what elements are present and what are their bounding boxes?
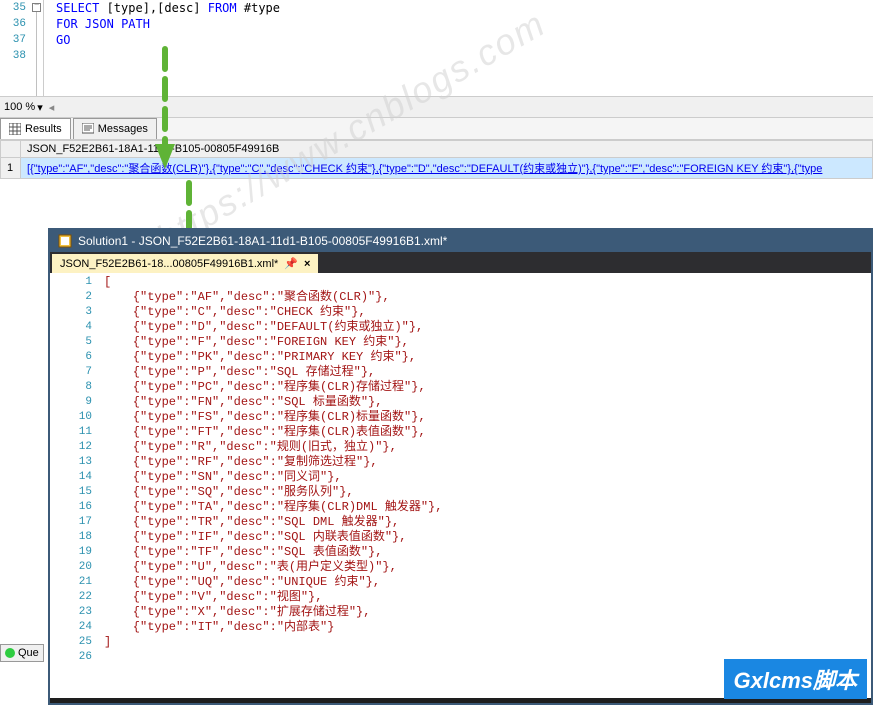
xml-window-title: Solution1 - JSON_F52E2B61-18A1-11d1-B105… xyxy=(78,234,447,248)
corner-cell xyxy=(1,141,21,158)
xml-tab-active[interactable]: JSON_F52E2B61-18...00805F49916B1.xml* 📌 … xyxy=(52,254,318,273)
close-icon[interactable]: × xyxy=(304,258,310,270)
xml-code-text[interactable]: [ {"type":"AF","desc":"聚合函数(CLR)"}, {"ty… xyxy=(100,273,871,698)
brand-watermark: Gxlcms脚本 xyxy=(724,659,868,699)
tab-messages[interactable]: Messages xyxy=(73,118,157,139)
xml-editor-window: Solution1 - JSON_F52E2B61-18A1-11d1-B105… xyxy=(48,228,873,705)
column-header[interactable]: JSON_F52E2B61-18A1-11d1-B105-00805F49916… xyxy=(21,141,873,158)
scroll-left-icon[interactable]: ◂ xyxy=(49,101,55,114)
xml-line-gutter: 1234567891011121314151617181920212223242… xyxy=(50,273,100,698)
tab-results-label: Results xyxy=(25,123,62,135)
row-number[interactable]: 1 xyxy=(1,158,21,179)
fold-line xyxy=(36,12,37,96)
xml-title-bar[interactable]: Solution1 - JSON_F52E2B61-18A1-11d1-B105… xyxy=(50,230,871,252)
grid-icon xyxy=(9,123,21,135)
file-icon xyxy=(58,234,72,248)
sql-editor[interactable]: 35363738 SELECT [type],[desc] FROM #type… xyxy=(0,0,873,96)
xml-code-area[interactable]: 1234567891011121314151617181920212223242… xyxy=(50,273,871,698)
success-icon xyxy=(5,648,15,658)
xml-tab-label: JSON_F52E2B61-18...00805F49916B1.xml* xyxy=(60,258,278,270)
fold-toggle-icon[interactable] xyxy=(32,3,41,12)
pin-icon[interactable]: 📌 xyxy=(284,257,298,270)
zoom-bar: 100 % ▾ ◂ xyxy=(0,96,873,118)
xml-tab-bar: JSON_F52E2B61-18...00805F49916B1.xml* 📌 … xyxy=(50,252,871,273)
line-gutter: 35363738 xyxy=(0,0,30,64)
status-text: Que xyxy=(18,647,39,659)
status-fragment: Que xyxy=(0,644,44,662)
results-tabs: Results Messages xyxy=(0,118,873,140)
tab-results[interactable]: Results xyxy=(0,118,71,139)
zoom-value[interactable]: 100 % xyxy=(4,101,35,113)
fold-column[interactable] xyxy=(30,0,44,96)
sql-code[interactable]: SELECT [type],[desc] FROM #typeFOR JSON … xyxy=(48,0,873,64)
json-result-cell[interactable]: [{"type":"AF","desc":"聚合函数(CLR)"},{"type… xyxy=(21,158,873,179)
tab-messages-label: Messages xyxy=(98,123,148,135)
results-grid[interactable]: JSON_F52E2B61-18A1-11d1-B105-00805F49916… xyxy=(0,140,873,179)
zoom-dropdown-icon[interactable]: ▾ xyxy=(37,101,43,114)
messages-icon xyxy=(82,123,94,135)
